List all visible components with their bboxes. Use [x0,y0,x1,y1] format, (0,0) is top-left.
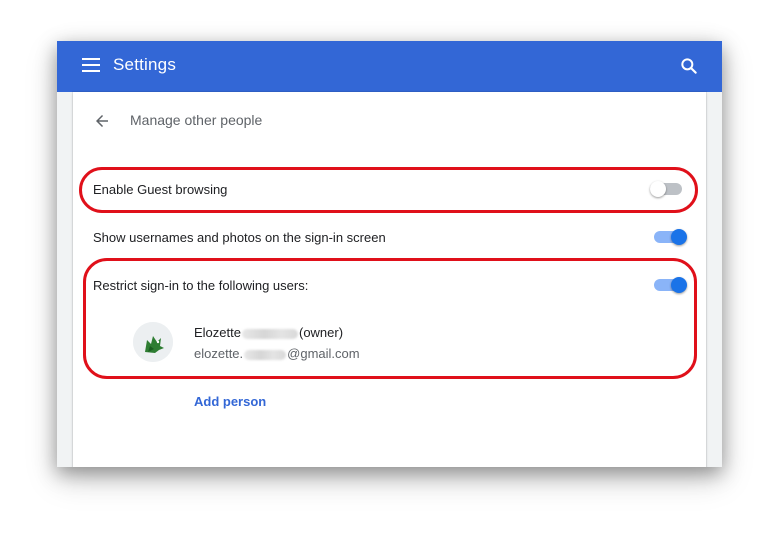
avatar [133,322,173,362]
settings-window: Settings Manage other people Enable Gues… [57,41,722,467]
guest-browsing-toggle[interactable] [650,181,684,197]
user-name-prefix: Elozette [194,325,241,340]
search-icon[interactable] [679,56,699,76]
add-person-link[interactable]: Add person [194,394,266,409]
restrict-signin-toggle[interactable] [654,277,688,293]
redacted-blur [241,328,298,339]
app-bar: Settings [57,41,722,92]
user-name: Elozette (owner) [194,325,343,340]
guest-browsing-label: Enable Guest browsing [93,182,228,197]
page-title: Manage other people [130,112,263,128]
dragon-avatar-icon [133,322,173,362]
show-usernames-label: Show usernames and photos on the sign-in… [93,230,386,245]
user-name-suffix: (owner) [298,325,344,340]
user-email-prefix: elozette. [194,346,244,361]
user-email-suffix: @gmail.com [287,346,360,361]
menu-icon[interactable] [82,58,100,72]
show-usernames-toggle[interactable] [654,229,688,245]
app-title: Settings [113,55,177,74]
restrict-signin-label: Restrict sign-in to the following users: [93,278,309,293]
back-arrow-icon[interactable] [93,112,111,130]
settings-card: Manage other people Enable Guest browsin… [73,92,706,467]
redacted-blur [244,349,287,360]
user-email: elozette. @gmail.com [194,346,360,361]
